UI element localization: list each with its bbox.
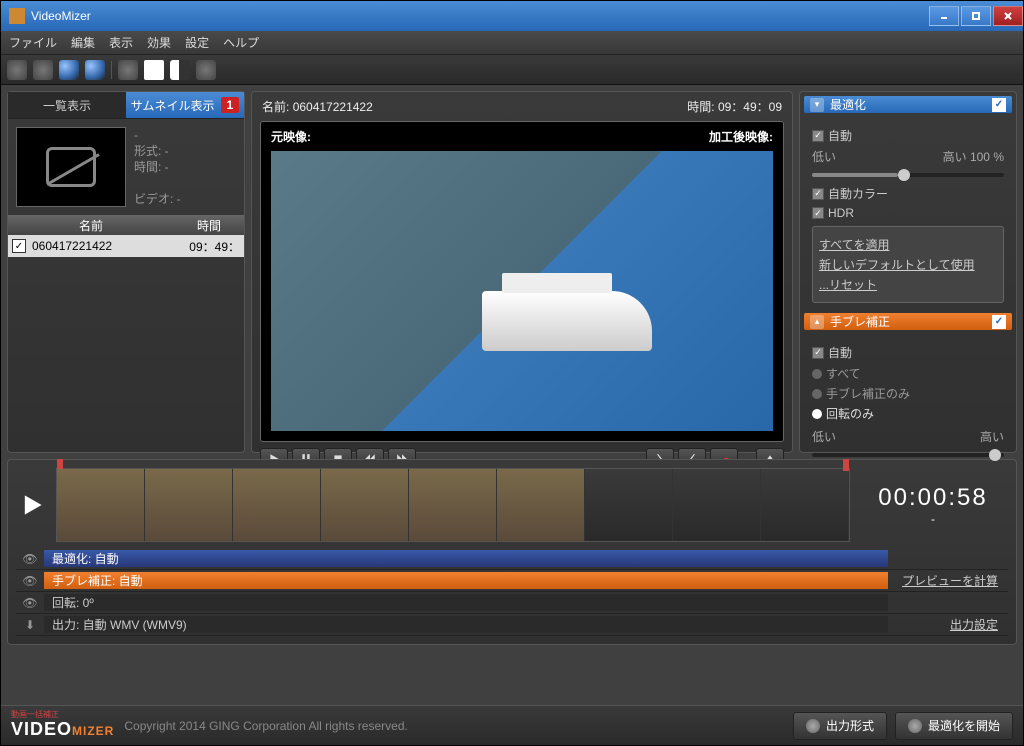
gear-icon	[806, 719, 820, 733]
toolbar-separator	[111, 61, 112, 79]
name-label: 名前: 060417221422	[262, 98, 373, 115]
menu-settings[interactable]: 設定	[185, 34, 209, 51]
stabilize-toggle[interactable]: ✓	[992, 315, 1006, 329]
output-format-button[interactable]: 出力形式	[793, 712, 887, 740]
filmstrip[interactable]	[56, 468, 850, 542]
refresh-icon	[908, 719, 922, 733]
toolbar-btn-3[interactable]	[118, 60, 138, 80]
save-default-link[interactable]: 新しいデフォルトとして使用	[819, 256, 997, 273]
video-meta: - 形式: - 時間: - ビデオ: -	[134, 127, 181, 207]
original-label: 元映像:	[271, 128, 311, 145]
auto-checkbox[interactable]: ✓	[812, 130, 824, 142]
toolbar-btn-4[interactable]	[196, 60, 216, 80]
track-rotate[interactable]: 回転: 0º	[44, 594, 888, 611]
sidebar: 一覧表示 サムネイル表示 1 - 形式: - 時間: - ビデオ: - 名前 時…	[7, 91, 245, 453]
toolbar-disc-1[interactable]	[59, 60, 79, 80]
optimize-slider[interactable]	[812, 173, 1004, 177]
menu-view[interactable]: 表示	[109, 34, 133, 51]
marker-end[interactable]	[843, 459, 849, 471]
radio-all[interactable]	[812, 369, 822, 379]
radio-stab-only[interactable]	[812, 389, 822, 399]
window-title: VideoMizer	[31, 9, 91, 23]
output-settings-link[interactable]: 出力設定	[888, 616, 1008, 633]
toolbar-btn-1[interactable]	[7, 60, 27, 80]
optimize-toggle[interactable]: ✓	[992, 98, 1006, 112]
collapse-icon: ▾	[810, 98, 824, 112]
output-icon[interactable]: ⬇	[16, 618, 44, 632]
maximize-button[interactable]	[961, 6, 991, 26]
stabilize-header[interactable]: ▴ 手ブレ補正 ✓	[804, 313, 1012, 330]
stab-auto-checkbox[interactable]: ✓	[812, 347, 824, 359]
auto-color-checkbox[interactable]: ✓	[812, 188, 824, 200]
processed-label: 加工後映像:	[709, 128, 773, 145]
radio-rotate-only[interactable]	[812, 409, 822, 419]
menu-effect[interactable]: 効果	[147, 34, 171, 51]
video-thumbnail[interactable]	[16, 127, 126, 207]
time-label: 時間: 09：49：09	[687, 98, 782, 115]
toolbar-btn-2[interactable]	[33, 60, 53, 80]
toolbar-disc-2[interactable]	[85, 60, 105, 80]
logo-subtitle: 動画一括補正	[11, 711, 114, 719]
close-button[interactable]	[993, 6, 1023, 26]
menu-help[interactable]: ヘルプ	[223, 34, 259, 51]
timeline-panel: 00:00:58 - 👁 最適化: 自動 👁 手ブレ補正: 自動 プレビューを計…	[7, 459, 1017, 645]
preview-calc-link[interactable]: プレビューを計算	[888, 572, 1008, 589]
timeline-play-button[interactable]	[16, 489, 48, 521]
hdr-checkbox[interactable]: ✓	[812, 207, 824, 219]
tab-list-view[interactable]: 一覧表示	[8, 92, 126, 118]
menu-edit[interactable]: 編集	[71, 34, 95, 51]
logo: VIDEOMIZER	[11, 719, 114, 739]
minimize-button[interactable]	[929, 6, 959, 26]
no-image-icon	[46, 147, 96, 187]
start-optimize-button[interactable]: 最適化を開始	[895, 712, 1013, 740]
list-header: 名前 時間	[8, 215, 244, 235]
menu-file[interactable]: ファイル	[9, 34, 57, 51]
copyright: Copyright 2014 GING Corporation All righ…	[124, 719, 407, 733]
app-icon	[9, 8, 25, 24]
optimize-header[interactable]: ▾ 最適化 ✓	[804, 96, 1012, 113]
stabilize-slider[interactable]	[812, 453, 1004, 457]
toolbar-split[interactable]	[170, 60, 190, 80]
toolbar-stop[interactable]	[144, 60, 164, 80]
reset-link[interactable]: ...リセット	[819, 276, 997, 293]
track-optimize[interactable]: 最適化: 自動	[44, 550, 888, 567]
settings-panel: ▾ 最適化 ✓ ✓自動 低い高い 100 % ✓自動カラー ✓HDR すべてを適…	[799, 91, 1017, 453]
timecode: 00:00:58 -	[858, 484, 1008, 526]
app-window: VideoMizer ファイル 編集 表示 効果 設定 ヘルプ 一覧表示 サムネ	[0, 0, 1024, 746]
menubar: ファイル 編集 表示 効果 設定 ヘルプ	[1, 31, 1023, 55]
apply-all-link[interactable]: すべてを適用	[819, 236, 997, 253]
row-checkbox[interactable]: ✓	[12, 239, 26, 253]
footer: 動画一括補正 VIDEOMIZER Copyright 2014 GING Co…	[1, 705, 1023, 745]
eye-icon[interactable]: 👁	[16, 596, 44, 610]
titlebar[interactable]: VideoMizer	[1, 1, 1023, 31]
track-stabilize[interactable]: 手ブレ補正: 自動	[44, 572, 888, 589]
collapse-icon: ▴	[810, 315, 824, 329]
preview-panel: 名前: 060417221422 時間: 09：49：09 元映像: 加工後映像…	[251, 91, 793, 453]
track-output[interactable]: 出力: 自動 WMV (WMV9)	[44, 616, 888, 633]
eye-icon[interactable]: 👁	[16, 552, 44, 566]
preview-image[interactable]	[271, 151, 773, 431]
eye-icon[interactable]: 👁	[16, 574, 44, 588]
list-row[interactable]: ✓ 060417221422 09：49：	[8, 235, 244, 257]
toolbar	[1, 55, 1023, 85]
tab-thumb-view[interactable]: サムネイル表示 1	[126, 92, 244, 118]
thumb-count-badge: 1	[221, 97, 240, 113]
